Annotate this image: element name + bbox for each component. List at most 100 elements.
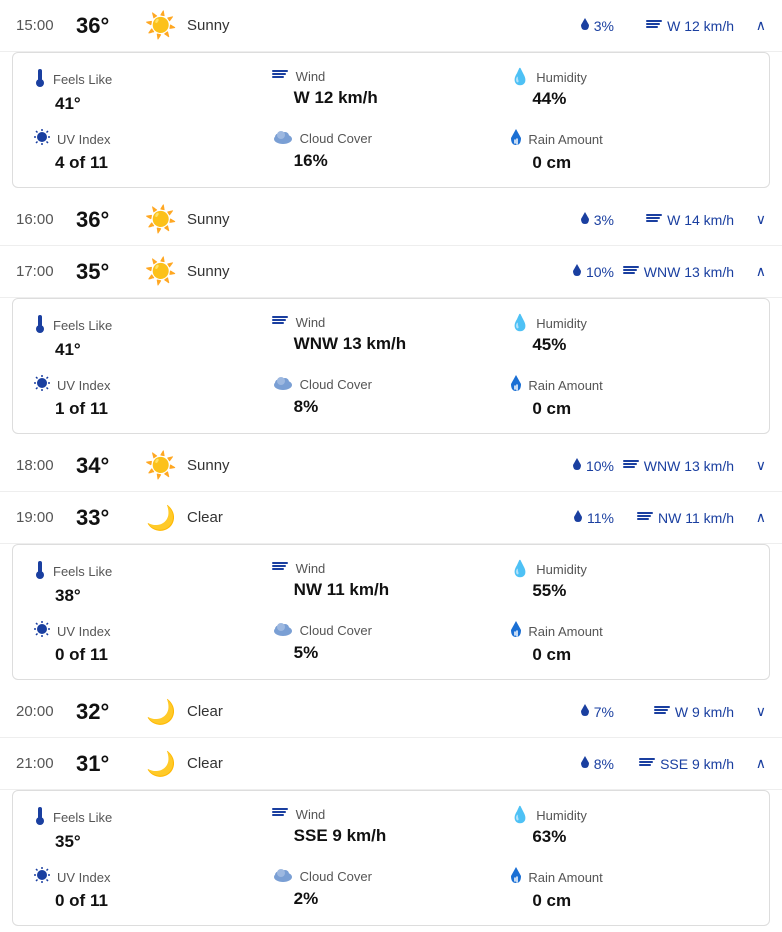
- cloud-value: 5%: [272, 643, 511, 663]
- hour-row-2000[interactable]: 20:00 32° 🌙 Clear 7% W 9 km/h ∨: [0, 686, 782, 738]
- condition-label: Sunny: [181, 17, 544, 34]
- detail-uv: UV Index 4 of 11: [33, 128, 272, 173]
- humidity-icon: 💧: [510, 805, 530, 825]
- time-label: 19:00: [16, 509, 76, 526]
- cloud-label: Cloud Cover: [300, 869, 372, 884]
- detail-cloud: Cloud Cover 8%: [272, 374, 511, 419]
- wind-speed: WNW 13 km/h: [614, 263, 734, 280]
- rain-chance: 10%: [544, 457, 614, 474]
- uv-value: 4 of 11: [33, 153, 272, 173]
- temperature: 32°: [76, 699, 141, 725]
- detail-wind: Wind SSE 9 km/h: [272, 805, 511, 852]
- wind-speed: W 9 km/h: [614, 703, 734, 720]
- detail-row-bottom: UV Index 1 of 11 Cloud Cover 8% Rain: [33, 374, 749, 419]
- cloud-icon: [272, 128, 294, 149]
- wind-detail-icon: [272, 805, 290, 824]
- expand-chevron[interactable]: ∧: [742, 263, 766, 280]
- feels-like-label: Feels Like: [53, 564, 112, 579]
- uv-value: 1 of 11: [33, 399, 272, 419]
- detail-row-top: Feels Like 35° Wind SSE 9 km/h 💧 Humidit…: [33, 805, 749, 852]
- wind-detail-icon: [272, 67, 290, 86]
- rain-amount-value: 0 cm: [510, 399, 749, 419]
- cloud-value: 8%: [272, 397, 511, 417]
- humidity-label: Humidity: [536, 70, 587, 85]
- wind-speed: W 12 km/h: [614, 17, 734, 34]
- detail-humidity: 💧 Humidity 55%: [510, 559, 749, 606]
- uv-value: 0 of 11: [33, 645, 272, 665]
- temperature: 34°: [76, 453, 141, 479]
- expand-chevron[interactable]: ∨: [742, 211, 766, 228]
- detail-feels-like: Feels Like 38°: [33, 559, 272, 606]
- feels-like-label: Feels Like: [53, 72, 112, 87]
- uv-icon: [33, 128, 51, 151]
- wind-value: WNW 13 km/h: [272, 334, 511, 354]
- thermometer-icon: [33, 67, 47, 87]
- hour-row-1900[interactable]: 19:00 33° 🌙 Clear 11% NW 11 km/h ∧: [0, 492, 782, 544]
- wind-speed: W 14 km/h: [614, 211, 734, 228]
- rain-chance: 7%: [544, 703, 614, 720]
- wind-icon: [645, 17, 663, 31]
- hour-row-1800[interactable]: 18:00 34° ☀️ Sunny 10% WNW 13 km/h ∨: [0, 440, 782, 492]
- humidity-icon: 💧: [510, 313, 530, 333]
- feels-like-label: Feels Like: [53, 318, 112, 333]
- detail-cloud: Cloud Cover 16%: [272, 128, 511, 173]
- humidity-value: 44%: [510, 89, 749, 109]
- rain-amount-label: Rain Amount: [528, 378, 602, 393]
- wind-label: Wind: [296, 69, 326, 84]
- hour-row-1700[interactable]: 17:00 35° ☀️ Sunny 10% WNW 13 km/h ∧: [0, 246, 782, 298]
- detail-row-top: Feels Like 38° Wind NW 11 km/h 💧 Humidit…: [33, 559, 749, 606]
- time-label: 20:00: [16, 703, 76, 720]
- uv-icon: [33, 374, 51, 397]
- detail-panel: Feels Like 41° Wind WNW 13 km/h 💧 Humidi…: [12, 298, 770, 434]
- detail-feels-like: Feels Like 41°: [33, 67, 272, 114]
- rain-amount-icon: [510, 374, 522, 397]
- expand-chevron[interactable]: ∧: [742, 509, 766, 526]
- wind-detail-icon: [272, 313, 290, 332]
- detail-wind: Wind NW 11 km/h: [272, 559, 511, 606]
- time-label: 17:00: [16, 263, 76, 280]
- feels-like-value: 41°: [33, 340, 272, 360]
- wind-icon: [636, 509, 654, 523]
- rain-drop-icon: [572, 263, 582, 277]
- detail-panel: Feels Like 41° Wind W 12 km/h 💧 Humidity…: [12, 52, 770, 188]
- condition-label: Sunny: [181, 263, 544, 280]
- rain-amount-icon: [510, 128, 522, 151]
- rain-amount-value: 0 cm: [510, 891, 749, 911]
- uv-label: UV Index: [57, 378, 110, 393]
- thermometer-icon: [33, 805, 47, 830]
- humidity-label: Humidity: [536, 316, 587, 331]
- expand-chevron[interactable]: ∧: [742, 755, 766, 772]
- wind-icon: [622, 263, 640, 277]
- weather-icon: 🌙: [141, 696, 181, 727]
- detail-wind: Wind W 12 km/h: [272, 67, 511, 114]
- hour-row-2100[interactable]: 21:00 31° 🌙 Clear 8% SSE 9 km/h ∧: [0, 738, 782, 790]
- humidity-label: Humidity: [536, 808, 587, 823]
- expand-chevron[interactable]: ∨: [742, 703, 766, 720]
- detail-rain-amount: Rain Amount 0 cm: [510, 866, 749, 911]
- cloud-label: Cloud Cover: [300, 131, 372, 146]
- temperature: 35°: [76, 259, 141, 285]
- rain-chance: 8%: [544, 755, 614, 772]
- expand-chevron[interactable]: ∨: [742, 457, 766, 474]
- time-label: 16:00: [16, 211, 76, 228]
- thermometer-icon: [33, 313, 47, 338]
- hour-row-1500[interactable]: 15:00 36° ☀️ Sunny 3% W 12 km/h ∧: [0, 0, 782, 52]
- detail-panel: Feels Like 35° Wind SSE 9 km/h 💧 Humidit…: [12, 790, 770, 926]
- temperature: 36°: [76, 207, 141, 233]
- detail-row-top: Feels Like 41° Wind WNW 13 km/h 💧 Humidi…: [33, 313, 749, 360]
- expand-chevron[interactable]: ∧: [742, 17, 766, 34]
- time-label: 21:00: [16, 755, 76, 772]
- humidity-value: 63%: [510, 827, 749, 847]
- condition-label: Sunny: [181, 457, 544, 474]
- weather-icon: ☀️: [141, 10, 181, 41]
- rain-amount-label: Rain Amount: [528, 870, 602, 885]
- rain-drop-icon: [580, 703, 590, 717]
- hour-row-1600[interactable]: 16:00 36° ☀️ Sunny 3% W 14 km/h ∨: [0, 194, 782, 246]
- detail-feels-like: Feels Like 41°: [33, 313, 272, 360]
- rain-chance: 10%: [544, 263, 614, 280]
- humidity-value: 45%: [510, 335, 749, 355]
- sun-icon: ☀️: [145, 204, 177, 234]
- uv-label: UV Index: [57, 870, 110, 885]
- detail-feels-like: Feels Like 35°: [33, 805, 272, 852]
- sun-icon: ☀️: [145, 450, 177, 480]
